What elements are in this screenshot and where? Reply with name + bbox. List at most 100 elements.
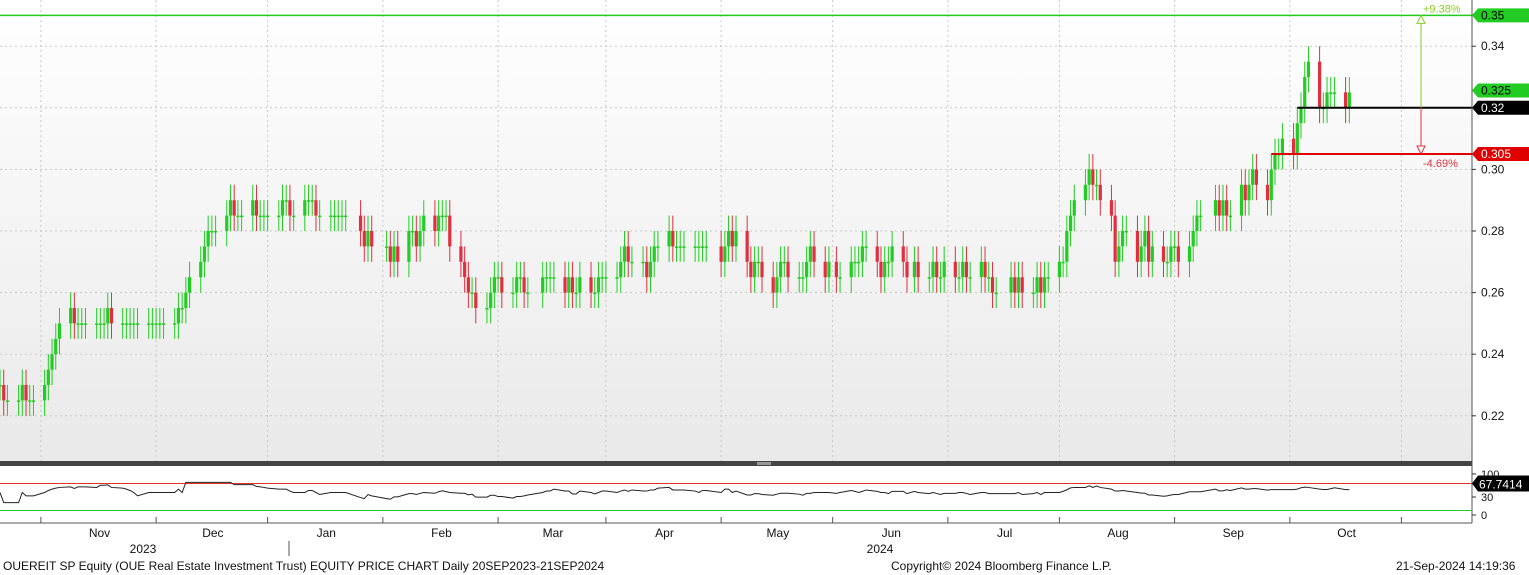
rsi-panel: [0, 481, 1472, 511]
candle-body: [366, 231, 370, 247]
x-year-label: 2024: [867, 542, 894, 556]
candle-body: [358, 215, 363, 231]
candle-body: [890, 246, 894, 262]
candle-body: [797, 277, 801, 279]
candle-body: [1344, 92, 1348, 108]
candle-body: [1094, 184, 1099, 187]
candle-body: [440, 215, 444, 218]
candle-body: [879, 261, 883, 278]
candle-body: [232, 200, 236, 216]
candle-body: [69, 308, 73, 324]
candle-body: [1332, 92, 1337, 94]
candle-body: [1091, 169, 1095, 185]
candle-body: [935, 261, 939, 278]
candle-body: [641, 261, 645, 264]
candle-body: [46, 369, 50, 385]
candle-body: [979, 261, 983, 278]
candle-body: [808, 246, 812, 262]
candle-body: [1199, 215, 1203, 218]
tag-support-label: 0.305: [1481, 147, 1511, 161]
candle-body: [1109, 200, 1114, 216]
candle-body: [886, 261, 891, 264]
candle-body: [626, 246, 630, 262]
candle-body: [860, 246, 864, 262]
copyright-text: Copyright© 2024 Bloomberg Finance L.P.: [891, 559, 1112, 573]
candle-body: [72, 308, 76, 324]
candle-body: [749, 261, 753, 278]
candle-body: [1295, 123, 1299, 154]
candle-body: [262, 215, 266, 218]
panel-separator: [0, 461, 1472, 466]
y-tick-label: 0.26: [1481, 286, 1505, 300]
candle-body: [2, 385, 6, 401]
candle-body: [251, 200, 255, 216]
candle-body: [414, 231, 418, 247]
candle-body: [968, 277, 972, 279]
x-year-label: 2023: [130, 542, 157, 556]
candle-body: [106, 308, 110, 324]
candle-body: [1347, 92, 1351, 108]
candle-body: [1247, 184, 1251, 201]
candle-body: [1306, 61, 1311, 77]
x-month-label: Feb: [431, 526, 452, 540]
candle-body: [1087, 169, 1091, 185]
candle-body: [43, 385, 47, 401]
candle-body: [912, 261, 917, 278]
candle-body: [682, 246, 686, 248]
x-month-label: Apr: [655, 526, 674, 540]
candle-body: [1117, 246, 1121, 262]
candle-body: [1317, 61, 1322, 108]
x-month-label: Aug: [1107, 526, 1128, 540]
candle-body: [76, 323, 80, 325]
candle-body: [332, 215, 337, 218]
candle-body: [392, 246, 396, 262]
candle-body: [1139, 246, 1143, 262]
candle-body: [1165, 261, 1169, 264]
candle-body: [578, 277, 582, 293]
candle-body: [645, 261, 649, 278]
candle-body: [526, 292, 530, 295]
candle-body: [199, 261, 203, 278]
candle-body: [697, 246, 701, 248]
candle-body: [570, 277, 575, 293]
candle-body: [329, 215, 333, 218]
candle-body: [407, 231, 411, 262]
candle-body: [812, 246, 816, 262]
candle-body: [1325, 92, 1329, 108]
candle-body: [132, 323, 136, 325]
candle-body: [5, 400, 10, 402]
separator-grip: [757, 462, 771, 465]
candle-body: [258, 215, 262, 218]
candle-body: [983, 261, 987, 278]
candle-body: [805, 261, 809, 278]
chart-description: OUEREIT SP Equity (OUE Real Estate Inves…: [3, 559, 605, 573]
candle-body: [102, 323, 106, 325]
candle-body: [994, 292, 998, 295]
candle-body: [544, 277, 549, 279]
candle-body: [466, 277, 470, 293]
candle-body: [128, 323, 132, 325]
candle-body: [370, 231, 374, 247]
candle-body: [280, 200, 285, 216]
candle-body: [779, 261, 783, 278]
candle-body: [838, 277, 842, 279]
candle-body: [1269, 169, 1273, 201]
candle-body: [775, 277, 779, 293]
candle-body: [95, 323, 99, 325]
candle-body: [340, 215, 344, 218]
candle-body: [1035, 277, 1039, 293]
y-tick-label: 0.28: [1481, 224, 1505, 238]
candle-body: [500, 277, 504, 293]
candle-body: [1329, 92, 1333, 94]
candle-body: [801, 277, 805, 279]
candle-body: [310, 200, 314, 202]
candle-body: [161, 323, 166, 325]
candle-body: [834, 261, 838, 278]
candle-body: [752, 261, 757, 278]
candle-body: [953, 261, 957, 278]
candle-body: [511, 292, 515, 295]
candle-body: [671, 231, 675, 247]
candle-body: [864, 246, 868, 248]
tag-last-label: 0.32: [1481, 101, 1505, 115]
candle-body: [541, 277, 545, 293]
